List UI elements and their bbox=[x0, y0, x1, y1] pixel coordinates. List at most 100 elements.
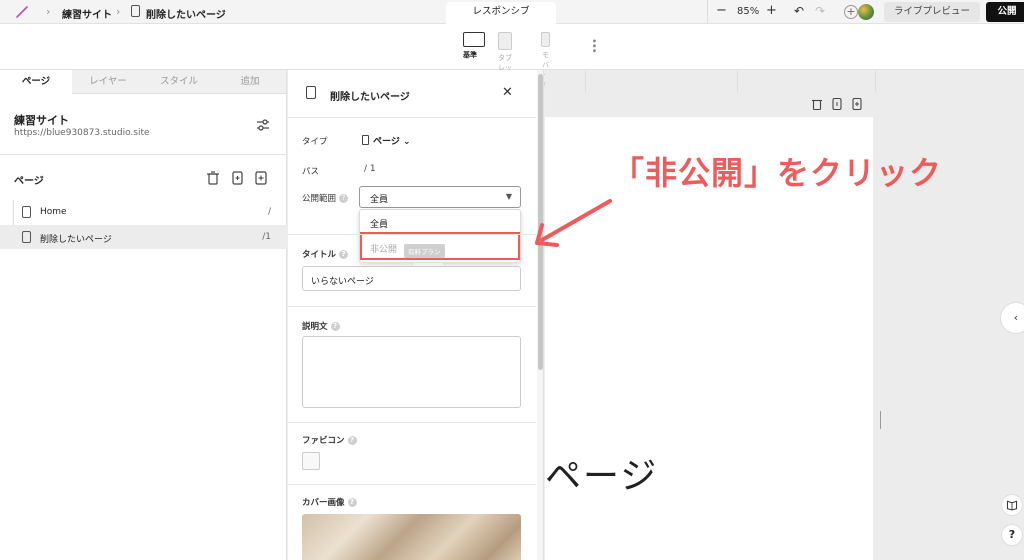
divider bbox=[288, 306, 536, 307]
device-label: 基準 bbox=[463, 51, 477, 59]
breadcrumb-site[interactable]: 練習サイト bbox=[62, 6, 112, 21]
breadcrumb-page[interactable]: 削除したいページ bbox=[146, 6, 226, 21]
page-settings-panel: 削除したいページ ✕ タイプ ページ ⌄ パス / 1 公開範囲? 全員 ▼ 全… bbox=[288, 70, 544, 560]
page-item-selected[interactable]: 削除したいページ /1 bbox=[0, 225, 287, 249]
trash-icon[interactable] bbox=[206, 170, 220, 186]
left-panel: ページ レイヤー スタイル 追加 練習サイト https://blue93087… bbox=[0, 70, 287, 560]
sliders-icon[interactable] bbox=[256, 118, 270, 132]
page-item-path: /1 bbox=[262, 232, 271, 242]
device-desktop[interactable]: 基準 bbox=[463, 32, 485, 59]
page-item-path: / bbox=[267, 207, 271, 217]
add-collaborator-icon[interactable]: + bbox=[844, 5, 858, 19]
zoom-level[interactable]: 85% bbox=[737, 6, 759, 17]
tab-styles[interactable]: スタイル bbox=[143, 70, 215, 94]
page-item-name: 削除したいページ bbox=[40, 235, 112, 245]
device-mobile[interactable]: モバイル bbox=[541, 32, 550, 89]
cover-label-text: カバー画像 bbox=[302, 498, 345, 508]
pages-heading: ページ bbox=[14, 176, 44, 187]
add-page-icon[interactable] bbox=[254, 170, 268, 186]
visibility-value: 全員 bbox=[370, 195, 389, 205]
title-input[interactable]: いらないページ bbox=[302, 266, 521, 291]
path-label: パス bbox=[302, 167, 320, 177]
panel-tabs: ページ レイヤー スタイル 追加 bbox=[0, 70, 286, 94]
cover-label: カバー画像? bbox=[302, 496, 357, 508]
title-value: いらないページ bbox=[311, 277, 374, 287]
option-everyone[interactable]: 全員 bbox=[370, 217, 388, 230]
expand-panel-button[interactable]: ‹ bbox=[1000, 302, 1024, 334]
title-label: タイトル? bbox=[302, 248, 349, 260]
favicon-label-text: ファビコン bbox=[302, 436, 345, 446]
description-label-text: 説明文 bbox=[302, 322, 328, 332]
redo-icon[interactable]: ↷ bbox=[815, 4, 825, 18]
tab-responsive[interactable]: レスポンシブ bbox=[446, 2, 556, 24]
help-icon[interactable]: ? bbox=[347, 436, 357, 445]
monitor-icon bbox=[463, 32, 485, 47]
help-icon[interactable]: ? bbox=[339, 194, 349, 203]
highlight-box bbox=[360, 232, 520, 260]
page-icon bbox=[306, 86, 316, 99]
page-icon bbox=[22, 231, 31, 243]
divider bbox=[288, 484, 536, 485]
help-icon[interactable]: ? bbox=[339, 250, 349, 259]
annotation-arrow bbox=[535, 199, 612, 247]
page-icon bbox=[131, 5, 140, 17]
chevron-right-icon: › bbox=[116, 5, 121, 18]
help-button[interactable]: ? bbox=[1001, 524, 1023, 546]
mobile-icon bbox=[541, 32, 550, 47]
page-item-home[interactable]: Home / bbox=[0, 200, 287, 224]
close-icon[interactable]: ✕ bbox=[502, 85, 513, 100]
path-value[interactable]: / 1 bbox=[364, 164, 376, 174]
page-heading-text[interactable]: ページ bbox=[545, 447, 658, 499]
site-title: 練習サイト bbox=[14, 114, 69, 127]
cover-image[interactable] bbox=[302, 514, 521, 560]
site-url: https://blue930873.studio.site bbox=[14, 128, 150, 138]
help-icon[interactable]: ? bbox=[347, 498, 357, 507]
description-textarea[interactable] bbox=[302, 336, 521, 408]
description-label: 説明文? bbox=[302, 320, 340, 332]
favicon-upload[interactable] bbox=[302, 452, 320, 470]
undo-icon[interactable]: ↶ bbox=[794, 4, 804, 18]
type-value: ページ bbox=[373, 137, 400, 147]
live-preview-button[interactable]: ライブプレビュー bbox=[884, 2, 980, 22]
divider bbox=[288, 234, 536, 235]
type-label: タイプ bbox=[302, 137, 328, 147]
visibility-label: 公開範囲? bbox=[302, 192, 349, 204]
type-selector[interactable]: ページ ⌄ bbox=[362, 134, 411, 147]
tab-add[interactable]: 追加 bbox=[214, 70, 286, 94]
book-icon[interactable] bbox=[1001, 494, 1023, 516]
more-icon[interactable]: ••• bbox=[588, 38, 599, 53]
guide-line bbox=[875, 70, 876, 92]
favicon-label: ファビコン? bbox=[302, 434, 357, 446]
tab-layers[interactable]: レイヤー bbox=[72, 70, 144, 94]
page-item-name: Home bbox=[40, 207, 67, 217]
divider bbox=[288, 422, 536, 423]
avatar[interactable] bbox=[858, 4, 874, 20]
resize-handle[interactable] bbox=[880, 411, 881, 429]
add-page-icon[interactable] bbox=[851, 97, 863, 111]
zoom-in-button[interactable]: + bbox=[766, 3, 777, 18]
duplicate-page-icon[interactable] bbox=[230, 170, 244, 186]
visibility-select[interactable]: 全員 ▼ bbox=[359, 186, 521, 208]
top-bar: › 練習サイト › 削除したいページ レスポンシブ − 85% + ↶ ↷ + … bbox=[0, 0, 1024, 24]
device-tablet[interactable]: タブレット bbox=[498, 32, 512, 82]
page-icon bbox=[362, 135, 369, 145]
panel-header: 削除したいページ ✕ bbox=[288, 70, 536, 118]
guide-lines bbox=[545, 70, 1024, 96]
zoom-divider bbox=[707, 0, 708, 24]
guide-line bbox=[737, 70, 738, 92]
zoom-out-button[interactable]: − bbox=[716, 3, 727, 18]
tab-pages[interactable]: ページ bbox=[0, 70, 72, 94]
canvas-area[interactable]: ページ ‹ ? bbox=[545, 70, 1024, 560]
duplicate-page-icon[interactable] bbox=[831, 97, 843, 111]
studio-logo-icon[interactable] bbox=[14, 4, 30, 20]
tablet-icon bbox=[498, 32, 512, 50]
divider bbox=[0, 154, 287, 155]
publish-button[interactable]: 公開 bbox=[986, 2, 1024, 22]
annotation-text: 「非公開」をクリック bbox=[612, 154, 943, 192]
chevron-right-icon: › bbox=[46, 5, 51, 18]
panel-title: 削除したいページ bbox=[330, 92, 410, 103]
visibility-label-text: 公開範囲 bbox=[302, 194, 337, 204]
trash-icon[interactable] bbox=[811, 97, 823, 111]
help-icon[interactable]: ? bbox=[330, 322, 340, 331]
title-label-text: タイトル bbox=[302, 250, 337, 260]
